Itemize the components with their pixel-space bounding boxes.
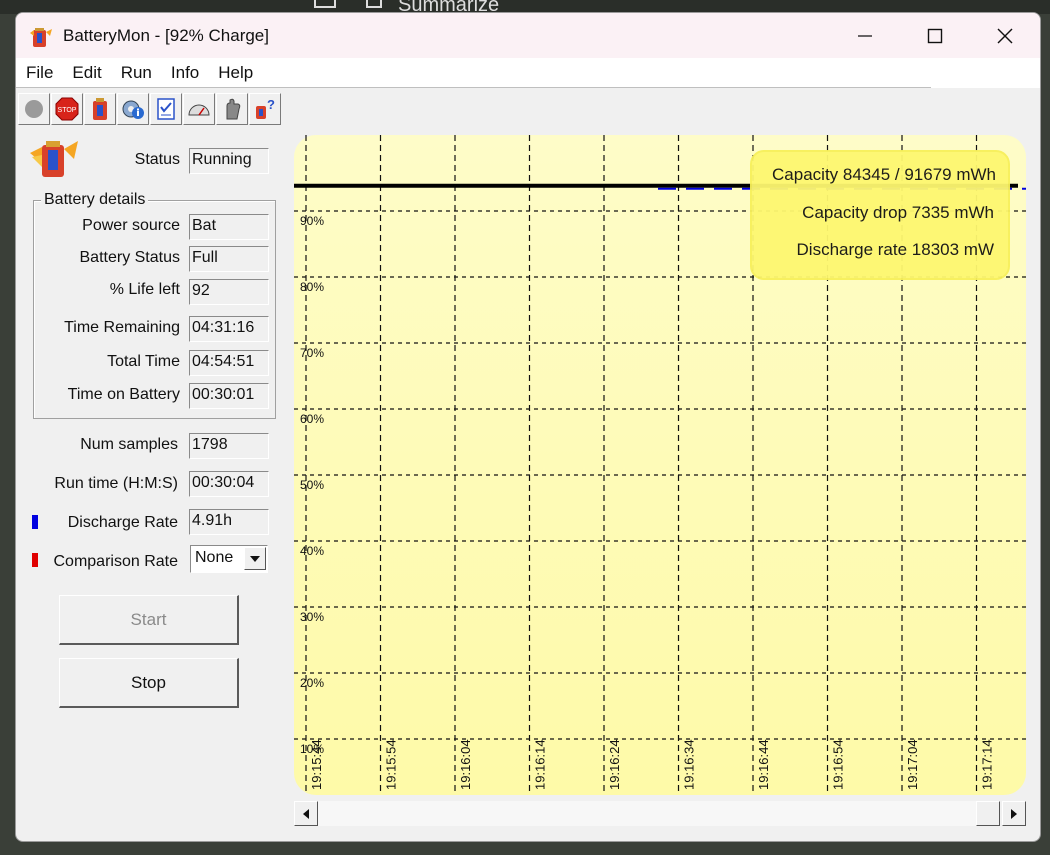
battery-chart: 90% 80% 70% 60% 50% 40% 30% 20% 10% 19:15:44 19:15… [294,135,1026,795]
battery-icon [93,98,107,120]
comparison-rate-select[interactable]: None [190,545,268,573]
toolbar-checklist-button[interactable] [150,93,182,125]
run-time-field: 00:30:04 [189,471,269,497]
toolbar-info-button[interactable] [117,93,149,125]
scroll-right-button[interactable] [1002,801,1026,826]
time-on-battery-field: 00:30:01 [189,383,269,409]
x-tick-label: 19:16:24 [607,739,622,790]
battery-status-field: Full [189,246,269,272]
x-tick-label: 19:16:44 [756,739,771,790]
x-tick-label: 19:17:14 [980,739,995,790]
time-remaining-label: Time Remaining [64,319,180,336]
y-tick-label: 30% [300,610,324,624]
document-icon [366,0,382,8]
discharge-rate-label: Discharge Rate [67,514,178,531]
dropdown-arrow-button[interactable] [244,547,266,570]
status-label: Status [134,151,180,168]
comparison-rate-value: None [195,549,234,566]
hand-icon [226,98,241,120]
toolbar-help-button[interactable]: ? [249,93,281,125]
close-button[interactable] [970,13,1040,58]
chart-info-box: Capacity 84345 / 91679 mWh Capacity drop… [750,150,1010,280]
status-field: Running [189,148,269,174]
menu-divider [16,87,931,88]
minimize-icon [858,34,872,37]
gauge-icon [188,104,210,116]
window-title: BatteryMon - [92% Charge] [63,25,269,45]
power-source-label: Power source [82,217,180,234]
toolbar-hand-button[interactable] [216,93,248,125]
close-icon [997,28,1013,43]
checklist-icon [157,98,175,120]
total-time-label: Total Time [107,353,180,370]
menu-edit[interactable]: Edit [63,63,110,83]
num-samples-label: Num samples [80,436,178,453]
battery-app-icon [30,27,52,47]
x-tick-label: 19:16:04 [458,739,473,790]
y-tick-label: 60% [300,412,324,426]
arrow-left-icon [303,808,309,819]
scroll-left-button[interactable] [294,801,318,826]
start-button[interactable]: Start [59,595,239,645]
y-tick-label: 80% [300,280,324,294]
x-tick-label: 19:17:04 [905,739,920,790]
power-source-field: Bat [189,214,269,240]
battery-logo-icon [30,141,78,177]
x-tick-label: 19:15:54 [384,739,399,790]
app-window: BatteryMon - [92% Charge] File Edit Run … [15,12,1041,842]
capacity-text: Capacity 84345 / 91679 mWh [772,165,996,184]
time-on-battery-label: Time on Battery [67,386,180,403]
battery-status-label: Battery Status [79,249,181,266]
discharge-rate-field: 4.91h [189,509,269,535]
x-tick-label: 19:15:44 [309,739,324,790]
taskbar-icon [314,0,336,8]
y-tick-label: 90% [300,214,324,228]
y-tick-label: 70% [300,346,324,360]
comparison-rate-label: Comparison Rate [53,553,179,570]
y-tick-label: 50% [300,478,324,492]
maximize-icon [927,28,943,43]
scroll-thumb[interactable] [976,801,1000,826]
x-tick-label: 19:16:54 [831,739,846,790]
run-time-label: Run time (H:M:S) [54,475,178,492]
toolbar-record-button[interactable] [18,93,50,125]
life-left-label: % Life left [109,281,180,298]
svg-text:STOP: STOP [58,107,77,114]
minimize-button[interactable] [830,13,900,58]
menu-file[interactable]: File [17,63,62,83]
discharge-rate-text: Discharge rate 18303 mW [796,240,994,259]
menu-info[interactable]: Info [162,63,208,83]
help-icon: ? [256,97,275,119]
arrow-right-icon [1011,808,1017,819]
total-time-field: 04:54:51 [189,350,269,376]
chevron-down-icon [250,555,260,562]
time-remaining-field: 04:31:16 [189,316,269,342]
stop-button[interactable]: Stop [59,658,239,708]
title-bar[interactable]: BatteryMon - [92% Charge] [16,13,1040,58]
svg-text:?: ? [267,97,275,112]
gear-info-icon [122,100,144,119]
stop-icon: STOP [55,97,79,121]
toolbar-stop-button[interactable]: STOP [51,93,83,125]
maximize-button[interactable] [900,13,970,58]
x-tick-label: 19:16:34 [682,739,697,790]
capacity-drop-text: Capacity drop 7335 mWh [802,203,994,222]
y-tick-label: 40% [300,544,324,558]
menu-help[interactable]: Help [209,63,262,83]
menu-run[interactable]: Run [112,63,161,83]
y-tick-label: 20% [300,676,324,690]
toolbar: STOP ? [18,93,281,125]
battery-details-title: Battery details [41,191,149,209]
record-icon [25,100,43,118]
chart-scrollbar[interactable] [294,801,1028,826]
num-samples-field: 1798 [189,433,269,459]
menu-bar: File Edit Run Info Help [16,58,1040,88]
life-left-field: 92 [189,279,269,305]
scroll-track[interactable] [318,801,976,826]
toolbar-gauge-button[interactable] [183,93,215,125]
x-tick-label: 19:16:14 [533,739,548,790]
toolbar-battery-button[interactable] [84,93,116,125]
